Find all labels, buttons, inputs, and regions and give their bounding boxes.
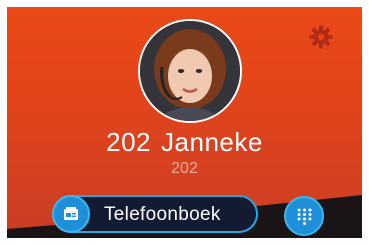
phonebook-label: Telefoonboek: [104, 204, 221, 225]
avatar-photo: [140, 21, 240, 121]
contact-name-line: 202 Janneke: [7, 127, 362, 158]
settings-gear-icon[interactable]: [309, 25, 333, 49]
gear-icon: [309, 25, 333, 49]
contact-extension: 202: [106, 127, 152, 157]
dialpad-button[interactable]: [284, 196, 324, 236]
contact-name: Janneke: [161, 127, 263, 157]
dialpad-icon: [297, 208, 312, 225]
phonebook-button[interactable]: Telefoonboek: [52, 195, 258, 233]
contact-number: 202: [171, 160, 198, 177]
contact-avatar: [138, 19, 242, 123]
phonebook-icon: [52, 195, 90, 233]
phone-screen: 202 Janneke 202 Telefoonboek: [7, 7, 362, 238]
